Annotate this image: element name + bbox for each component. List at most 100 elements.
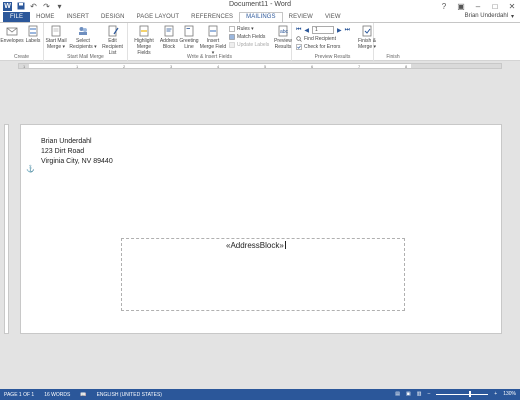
insert-merge-field-button[interactable]: Insert Merge Field ▾ <box>199 25 227 56</box>
finish-merge-button[interactable]: Finish & Merge ▾ <box>356 25 378 50</box>
group-label-preview: Preview Results <box>314 54 351 60</box>
rules-button[interactable]: Rules ▾ <box>229 25 254 32</box>
match-fields-icon <box>229 33 235 40</box>
close-icon[interactable]: ✕ <box>508 2 516 11</box>
update-labels-label: Update Labels <box>237 41 270 48</box>
status-right: ▤ ▣ ▥ – + 130% <box>395 390 516 397</box>
read-mode-icon[interactable]: ▤ <box>395 391 400 397</box>
ribbon: Envelopes Labels Create Start Mail Merge… <box>0 22 520 61</box>
tab-insert[interactable]: INSERT <box>60 12 95 22</box>
tab-home[interactable]: HOME <box>30 12 60 22</box>
previous-record-icon[interactable]: ◀ <box>304 27 309 34</box>
status-left: PAGE 1 OF 1 16 WORDS 📖 ENGLISH (UNITED S… <box>4 392 162 398</box>
title-bar: W ↶ ↷ ▾ Document11 - Word ? ▣ – □ ✕ <box>0 0 520 12</box>
start-mail-merge-label: Start Mail Merge ▾ <box>45 38 67 50</box>
ribbon-tabs: FILE HOME INSERT DESIGN PAGE LAYOUT REFE… <box>0 12 520 22</box>
rules-label: Rules ▾ <box>237 25 254 32</box>
ruler-area: 1 1 2 3 4 5 6 7 8 <box>0 62 520 70</box>
zoom-level[interactable]: 130% <box>503 391 516 397</box>
envelopes-label: Envelopes <box>0 38 24 44</box>
delivery-address-box[interactable]: «AddressBlock» <box>121 238 405 311</box>
preview-results-label: Preview Results <box>274 38 292 50</box>
check-errors-label: Check for Errors <box>304 43 341 50</box>
language-indicator[interactable]: ENGLISH (UNITED STATES) <box>97 392 162 398</box>
zoom-slider[interactable] <box>436 390 489 397</box>
vertical-ruler[interactable] <box>4 124 9 334</box>
find-recipient-button[interactable]: Find Recipient <box>296 35 336 42</box>
highlight-icon <box>139 25 149 37</box>
tab-view[interactable]: VIEW <box>319 12 347 22</box>
print-layout-icon[interactable]: ▣ <box>406 391 411 397</box>
text-cursor <box>284 241 286 249</box>
window-controls: ? ▣ – □ ✕ <box>440 0 516 12</box>
word-count[interactable]: 16 WORDS <box>44 392 70 398</box>
match-fields-label: Match Fields <box>237 33 266 40</box>
start-mail-merge-button[interactable]: Start Mail Merge ▾ <box>45 25 67 50</box>
tab-review[interactable]: REVIEW <box>283 12 319 22</box>
labels-label: Labels <box>25 38 41 44</box>
zoom-slider-thumb[interactable] <box>468 390 471 397</box>
tab-file[interactable]: FILE <box>3 12 31 22</box>
check-errors-icon <box>296 43 302 50</box>
user-account[interactable]: Brian Underdahl ▾ <box>465 13 514 20</box>
record-number-input[interactable]: 1 <box>312 26 335 34</box>
greeting-line-label: Greeting Line <box>179 38 199 50</box>
edit-list-icon <box>108 25 118 37</box>
highlight-merge-fields-button[interactable]: Highlight Merge Fields <box>130 25 158 56</box>
last-record-icon[interactable]: ⏭ <box>345 27 350 34</box>
preview-results-button[interactable]: abc Preview Results <box>272 25 294 50</box>
web-layout-icon[interactable]: ▥ <box>417 391 422 397</box>
anchor-icon[interactable]: ⚓ <box>26 165 35 173</box>
ruler-tick: 6 <box>311 64 314 69</box>
group-write-insert: Highlight Merge Fields Address Block Gre… <box>128 23 292 61</box>
ribbon-display-icon[interactable]: ▣ <box>457 2 465 11</box>
preview-icon: abc <box>278 25 289 37</box>
update-labels-icon <box>229 41 235 48</box>
page-count[interactable]: PAGE 1 OF 1 <box>4 392 34 398</box>
user-name: Brian Underdahl <box>464 13 508 19</box>
status-bar: PAGE 1 OF 1 16 WORDS 📖 ENGLISH (UNITED S… <box>0 389 520 400</box>
tab-page-layout[interactable]: PAGE LAYOUT <box>131 12 186 22</box>
tab-references[interactable]: REFERENCES <box>185 12 239 22</box>
group-label-start: Start Mail Merge <box>67 54 104 60</box>
return-address[interactable]: Brian Underdahl 123 Dirt Road Virginia C… <box>41 137 113 167</box>
greeting-line-button[interactable]: Greeting Line <box>179 25 199 50</box>
maximize-icon[interactable]: □ <box>491 2 499 11</box>
group-create: Envelopes Labels Create <box>0 23 44 61</box>
recipients-icon <box>79 27 87 35</box>
envelopes-button[interactable]: Envelopes <box>0 25 24 44</box>
return-address-line: Brian Underdahl <box>41 138 92 145</box>
update-labels-button[interactable]: Update Labels <box>229 41 269 48</box>
document-page[interactable]: Brian Underdahl 123 Dirt Road Virginia C… <box>20 124 502 334</box>
find-recipient-label: Find Recipient <box>304 35 336 42</box>
zoom-in-icon[interactable]: + <box>494 391 497 397</box>
address-block-label: Address Block <box>159 38 179 50</box>
group-label-finish: Finish <box>386 54 400 60</box>
help-icon[interactable]: ? <box>440 2 448 11</box>
minimize-icon[interactable]: – <box>474 2 482 11</box>
next-record-icon[interactable]: ▶ <box>337 27 342 34</box>
horizontal-ruler[interactable]: 1 1 2 3 4 5 6 7 8 <box>18 63 502 69</box>
ruler-tick: 3 <box>170 64 173 69</box>
address-block-field[interactable]: «AddressBlock» <box>226 241 286 250</box>
tab-mailings[interactable]: MAILINGS <box>239 12 283 22</box>
check-errors-button[interactable]: Check for Errors <box>296 43 340 50</box>
select-recipients-button[interactable]: Select Recipients ▾ <box>69 25 97 50</box>
greeting-icon <box>184 25 194 37</box>
address-block-button[interactable]: Address Block <box>159 25 179 50</box>
zoom-out-icon[interactable]: – <box>428 391 431 397</box>
ruler-tick: 1 <box>23 64 26 69</box>
ruler-tick: 5 <box>264 64 267 69</box>
group-label-create: Create <box>13 54 29 60</box>
insert-field-icon <box>208 25 218 37</box>
edit-recipient-list-button[interactable]: Edit Recipient List <box>98 25 127 56</box>
chevron-down-icon: ▾ <box>510 14 514 20</box>
labels-button[interactable]: Labels <box>24 25 42 44</box>
finish-merge-label: Finish & Merge ▾ <box>357 38 377 50</box>
proofing-icon[interactable]: 📖 <box>80 392 86 398</box>
tab-design[interactable]: DESIGN <box>95 12 131 22</box>
merge-field-text: «AddressBlock» <box>226 241 284 250</box>
find-icon <box>296 35 302 42</box>
match-fields-button[interactable]: Match Fields <box>229 33 265 40</box>
first-record-icon[interactable]: ⏮ <box>296 27 301 34</box>
